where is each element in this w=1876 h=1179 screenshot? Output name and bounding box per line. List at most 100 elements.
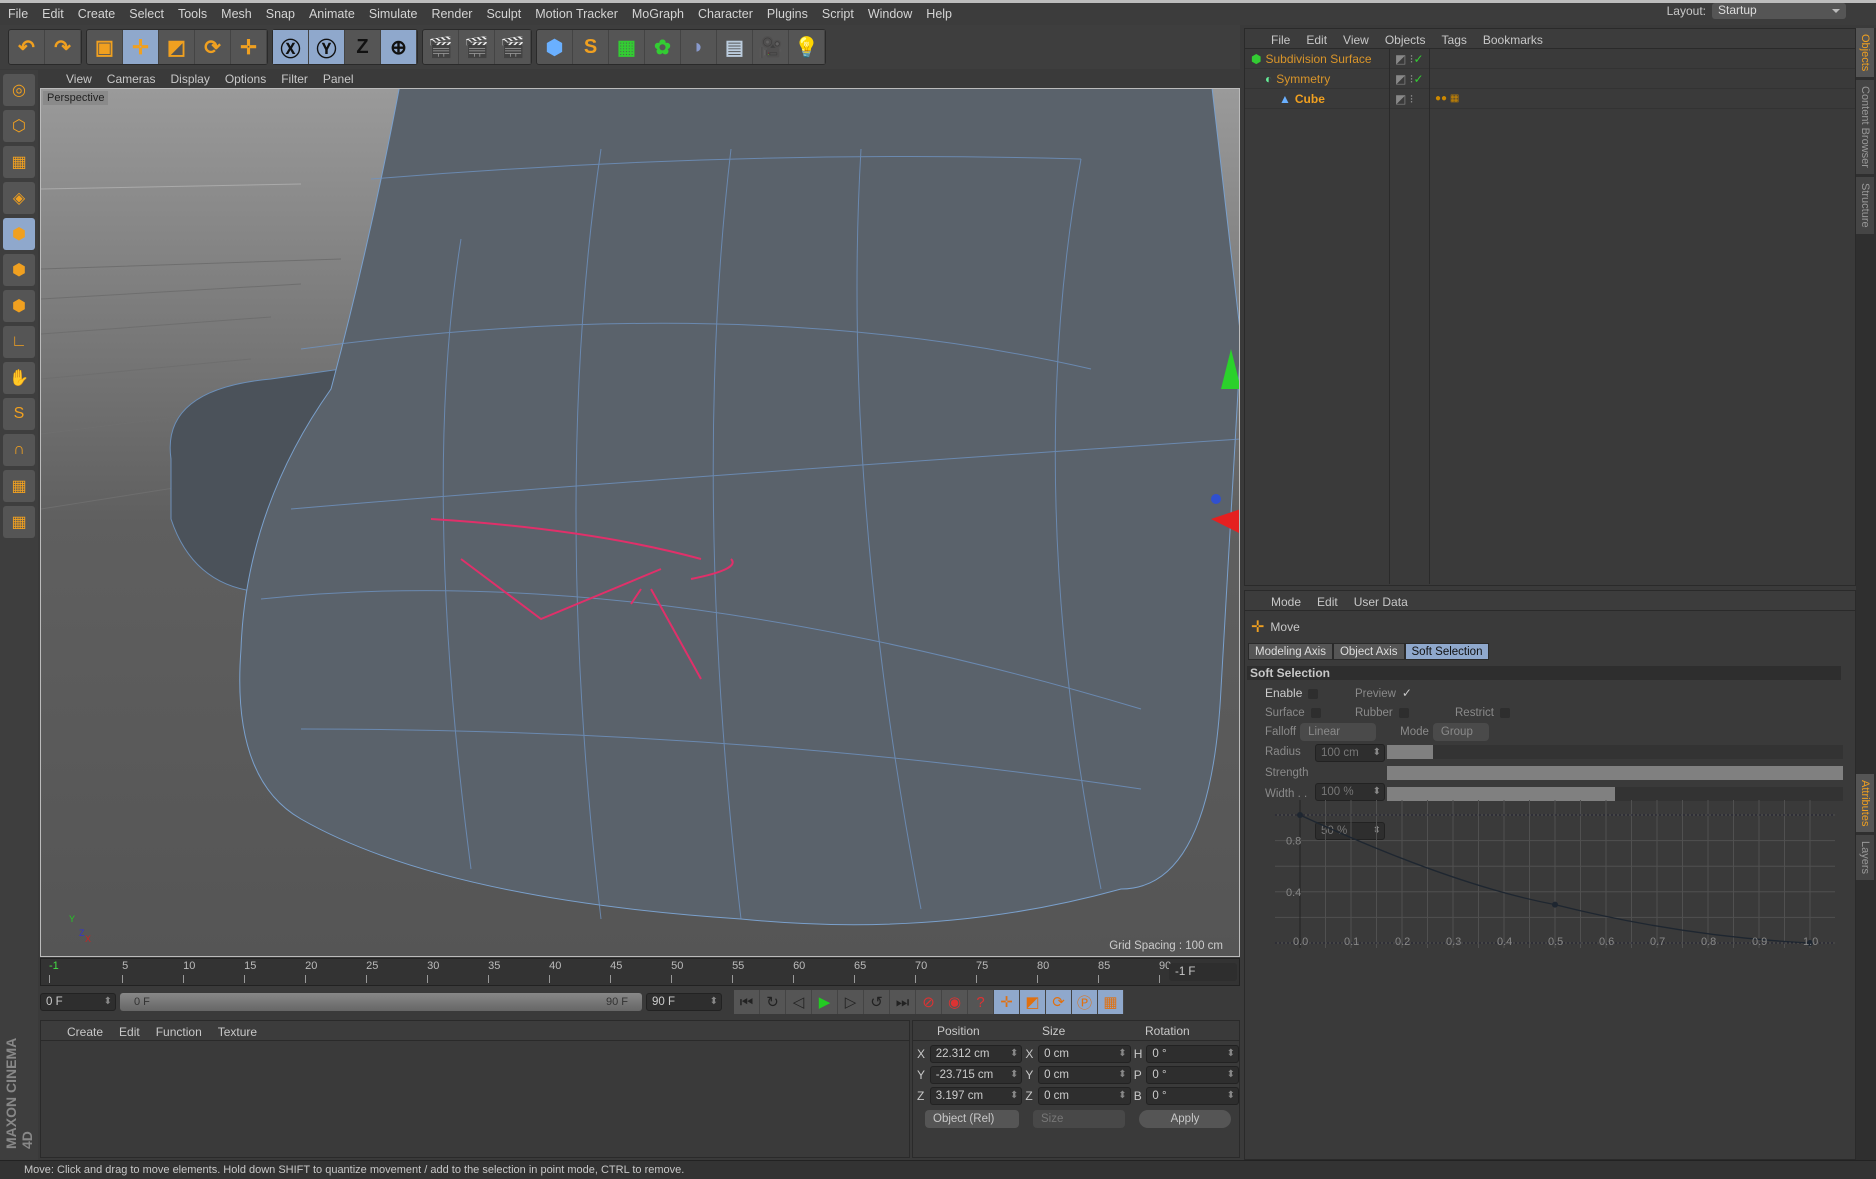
go-to-start-button[interactable]: ⏮: [734, 990, 760, 1014]
menu-tools[interactable]: Tools: [178, 7, 207, 21]
attribute-menu-mode[interactable]: Mode: [1271, 595, 1301, 610]
object-name[interactable]: Cube: [1295, 92, 1325, 106]
menu-character[interactable]: Character: [698, 7, 753, 21]
menu-script[interactable]: Script: [822, 7, 854, 21]
viewport-menu-cameras[interactable]: Cameras: [107, 72, 156, 86]
rotate-button[interactable]: ⟳: [195, 30, 231, 64]
side-tab-layers[interactable]: Layers: [1856, 835, 1874, 881]
strength-field[interactable]: 100 %: [1315, 783, 1385, 801]
object-name[interactable]: Subdivision Surface: [1265, 52, 1371, 66]
step-forward-button[interactable]: ▷: [838, 990, 864, 1014]
size-z-field[interactable]: 0 cm: [1038, 1086, 1131, 1105]
light-button[interactable]: 💡: [789, 30, 825, 64]
menu-simulate[interactable]: Simulate: [369, 7, 418, 21]
render-view-button[interactable]: 🎬: [423, 30, 459, 64]
polygons-mode-button[interactable]: ⬢: [3, 290, 35, 322]
keyframe-selection-button[interactable]: ◉: [942, 990, 968, 1014]
play-button[interactable]: ▶: [812, 990, 838, 1014]
quantize-button[interactable]: ▦: [3, 506, 35, 538]
apply-button[interactable]: Apply: [1139, 1110, 1231, 1128]
scale-key-button[interactable]: ✛: [994, 990, 1020, 1014]
menu-select[interactable]: Select: [129, 7, 164, 21]
visibility-toggle-icon[interactable]: ◩ ⁝✓: [1395, 52, 1424, 66]
go-to-end-button[interactable]: ↺: [864, 990, 890, 1014]
timeline-button[interactable]: ▦: [1098, 990, 1124, 1014]
current-frame-field[interactable]: -1 F: [1169, 963, 1237, 981]
size-mode-dropdown[interactable]: Size: [1033, 1110, 1125, 1128]
grid-button[interactable]: ▦: [3, 470, 35, 502]
texture-mode-button[interactable]: ▦: [3, 146, 35, 178]
coord-mode-dropdown[interactable]: Object (Rel): [925, 1110, 1019, 1128]
viewport-menu-display[interactable]: Display: [170, 72, 209, 86]
object-name[interactable]: Symmetry: [1276, 72, 1330, 86]
menu-window[interactable]: Window: [868, 7, 912, 21]
side-tab-objects[interactable]: Objects: [1856, 28, 1874, 78]
rotation-h-field[interactable]: 0 °: [1146, 1044, 1240, 1063]
tweak-button[interactable]: ✋: [3, 362, 35, 394]
rotation-b-field[interactable]: 0 °: [1146, 1086, 1240, 1105]
menu-mesh[interactable]: Mesh: [221, 7, 252, 21]
preview-checkbox[interactable]: ✓: [1402, 686, 1412, 700]
rubber-checkbox[interactable]: [1398, 707, 1409, 718]
object-row[interactable]: ◐ Symmetry ◩ ⁝✓: [1245, 69, 1855, 89]
viewport-menu-view[interactable]: View: [66, 72, 92, 86]
camera-button[interactable]: 🎥: [753, 30, 789, 64]
viewport-perspective[interactable]: Perspective Y Z X Grid Spacing : 100 cm: [40, 88, 1240, 957]
scale-button[interactable]: ◩: [159, 30, 195, 64]
move-key-button[interactable]: ?: [968, 990, 994, 1014]
viewport-menu-panel[interactable]: Panel: [323, 72, 354, 86]
material-menu-create[interactable]: Create: [67, 1025, 103, 1040]
position-y-field[interactable]: -23.715 cm: [929, 1065, 1023, 1084]
y-axis-lock-button[interactable]: Ⓨ: [309, 30, 345, 64]
object-menu-tags[interactable]: Tags: [1442, 33, 1467, 48]
subdivision-surface-button[interactable]: ▦: [609, 30, 645, 64]
edges-mode-button[interactable]: ⬢: [3, 254, 35, 286]
menu-plugins[interactable]: Plugins: [767, 7, 808, 21]
enable-checkbox[interactable]: [1308, 688, 1319, 699]
deformer-button[interactable]: ◗: [681, 30, 717, 64]
z-axis-lock-button[interactable]: Z: [345, 30, 381, 64]
size-x-field[interactable]: 0 cm: [1038, 1044, 1131, 1063]
array-button[interactable]: ✿: [645, 30, 681, 64]
viewport-menu-options[interactable]: Options: [225, 72, 266, 86]
menu-animate[interactable]: Animate: [309, 7, 355, 21]
position-x-field[interactable]: 22.312 cm: [929, 1044, 1023, 1063]
undo-button[interactable]: ↶: [9, 30, 45, 64]
menu-help[interactable]: Help: [926, 7, 952, 21]
menu-motion-tracker[interactable]: Motion Tracker: [535, 7, 618, 21]
restrict-checkbox[interactable]: [1499, 707, 1510, 718]
side-tab-attributes[interactable]: Attributes: [1856, 773, 1874, 833]
viewport-menu-filter[interactable]: Filter: [281, 72, 308, 86]
mode-dropdown[interactable]: Group: [1432, 723, 1489, 741]
falloff-graph[interactable]: 0.0 0.1 0.2 0.3 0.4 0.5 0.6 0.7 0.8 0.9 1.0 0.8 0.4: [1275, 800, 1835, 950]
menu-sculpt[interactable]: Sculpt: [486, 7, 521, 21]
menu-mograph[interactable]: MoGraph: [632, 7, 684, 21]
model-mode-button[interactable]: ⬡: [3, 110, 35, 142]
menu-snap[interactable]: Snap: [266, 7, 295, 21]
object-row[interactable]: ⬢ Subdivision Surface ◩ ⁝✓: [1245, 49, 1855, 69]
object-row[interactable]: ▲ Cube ◩ ⁝ ●● ▦: [1245, 89, 1855, 109]
width-slider[interactable]: [1387, 787, 1843, 801]
visibility-toggle-icon[interactable]: ◩ ⁝: [1395, 92, 1414, 106]
position-z-field[interactable]: 3.197 cm: [929, 1086, 1023, 1105]
loop-button[interactable]: ↻: [760, 990, 786, 1014]
rotate-key-button[interactable]: ◩: [1020, 990, 1046, 1014]
make-editable-button[interactable]: ◎: [3, 74, 35, 106]
tab-object-axis[interactable]: Object Axis: [1332, 643, 1405, 660]
timeline-ruler[interactable]: -1 5 10 15 20 25 30 35 40 45 50 55 60 65 70 75 80 85 90: [41, 959, 1171, 987]
spline-pen-button[interactable]: S: [573, 30, 609, 64]
axis-mode-button[interactable]: ∟: [3, 326, 35, 358]
record-off-button[interactable]: ⏭: [890, 990, 916, 1014]
cube-primitive-button[interactable]: ⬢: [537, 30, 573, 64]
end-frame-field[interactable]: 90 F: [646, 993, 722, 1011]
surface-checkbox[interactable]: [1310, 707, 1321, 718]
size-y-field[interactable]: 0 cm: [1038, 1065, 1131, 1084]
radius-field[interactable]: 100 cm: [1315, 744, 1385, 762]
world-coordinates-button[interactable]: ⊕: [381, 30, 417, 64]
side-tab-structure[interactable]: Structure: [1856, 177, 1874, 234]
render-settings-button[interactable]: 🎬: [495, 30, 531, 64]
falloff-dropdown[interactable]: Linear: [1300, 723, 1377, 741]
object-menu-bookmarks[interactable]: Bookmarks: [1483, 33, 1543, 48]
timeline[interactable]: -1 5 10 15 20 25 30 35 40 45 50 55 60 65 70 75 80 85 90 -1…: [40, 958, 1240, 986]
autokey-button[interactable]: ⊘: [916, 990, 942, 1014]
